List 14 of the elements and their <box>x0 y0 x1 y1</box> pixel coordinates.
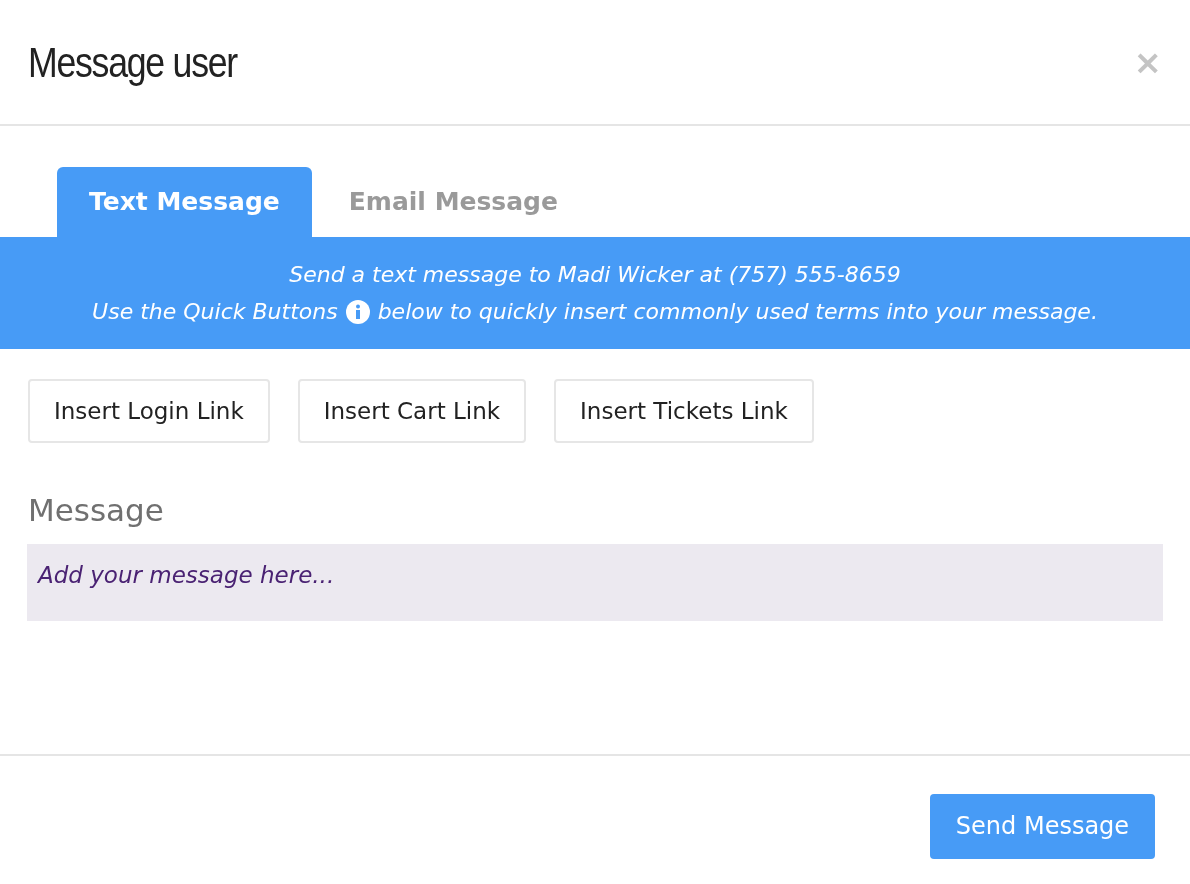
message-field[interactable]: Add your message here... <box>27 543 1163 621</box>
message-label: Message <box>27 491 165 530</box>
banner-text: Use the Quick Buttons <box>92 298 338 326</box>
dialog-title: Message user <box>28 37 237 88</box>
insert-link-button[interactable]: Insert Tickets Link <box>554 379 814 443</box>
tab[interactable]: Text Message <box>57 167 312 237</box>
send-message-button[interactable]: Send Message <box>930 793 1155 859</box>
banner-text: Send a text message to Madi Wicker at (757) 555-8659 <box>289 261 901 289</box>
banner-text: below to quickly insert commonly used terms into your message. <box>377 298 1098 326</box>
insert-link-button[interactable]: Insert Login Link <box>28 379 270 443</box>
close-button[interactable]: × <box>1133 45 1162 79</box>
tab[interactable]: Email Message <box>311 167 595 237</box>
insert-link-button[interactable]: Insert Cart Link <box>297 379 527 443</box>
info-icon <box>345 299 370 324</box>
